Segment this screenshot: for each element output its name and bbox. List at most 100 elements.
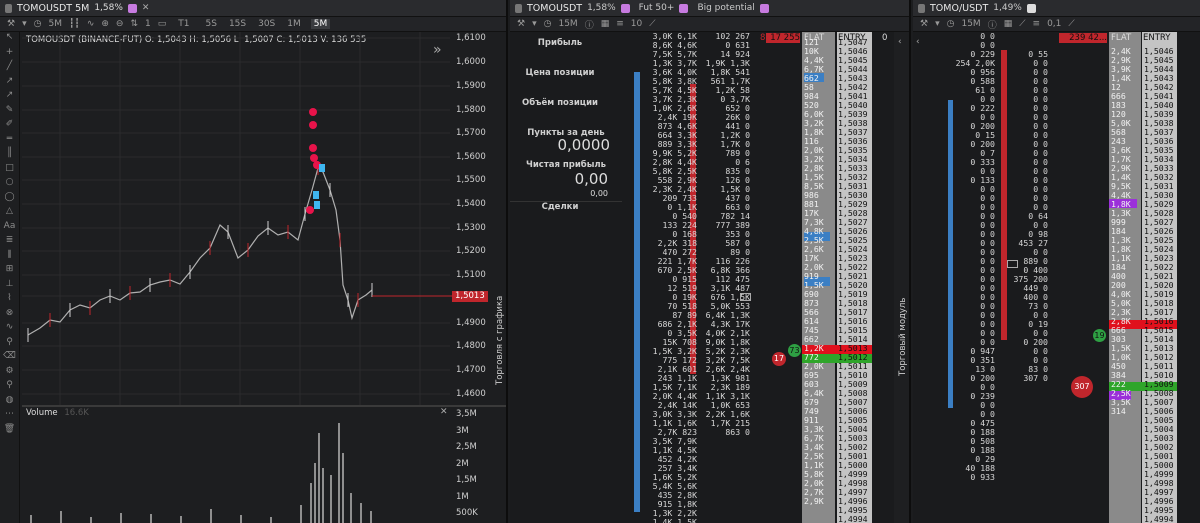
wrench-icon[interactable]: ⚒ <box>517 19 525 29</box>
ask-volumes: 2,4K 2,9K 3,9K 1,4K 12 666 183 120 5,0K 568 243 3,6… <box>1111 47 1131 416</box>
info-icon[interactable]: ⓘ <box>585 18 594 31</box>
price-tick: 1,5800 <box>456 105 486 115</box>
trade-bubble-buy[interactable]: 19 <box>1093 329 1106 342</box>
wrench-icon[interactable]: ⚒ <box>920 19 928 29</box>
volume-bar <box>270 517 272 523</box>
trading-module-strip[interactable] <box>894 32 909 523</box>
position-volume-label: Объём позиции <box>521 98 599 108</box>
expand-icon[interactable]: ‹ <box>898 37 902 47</box>
trading-module-label: Торговый модуль <box>898 297 908 376</box>
edit-icon[interactable] <box>1026 3 1036 13</box>
selected-cell[interactable] <box>740 293 751 301</box>
dom-tab-pct: 1,58% <box>587 3 616 13</box>
dom-header-bids: 8 <box>760 33 766 43</box>
chevron-down-icon[interactable]: ▾ <box>935 19 940 29</box>
color-tag-icon[interactable] <box>679 3 689 13</box>
chart-trading-label: Торговля с графика <box>495 295 505 385</box>
cluster-cell: 863 0 <box>725 427 750 437</box>
price-ladder: 1,5047 1,5046 1,5045 1,5044 1,5043 1,5042 1,50… <box>838 38 868 523</box>
cluster-cell: 0 933 <box>970 472 995 482</box>
dom-tab-title-2[interactable]: TOMO/USDT <box>930 3 988 14</box>
volume-bar <box>360 503 362 523</box>
dom-toolbar: ⚒ ▾ ◷ 15M ⓘ ▦ ≡ 10 ⟋ <box>510 17 909 32</box>
interval-select[interactable]: 15M <box>961 19 980 29</box>
price-ladder: 1,5046 1,5045 1,5044 1,5043 1,5042 1,5041 1,50… <box>1144 47 1174 523</box>
price-tick: 1,4700 <box>456 365 486 375</box>
price-tick: 1,6000 <box>456 57 486 67</box>
price-tick: 1,4800 <box>456 341 486 351</box>
price-tick: 1,4600 <box>456 389 486 399</box>
price-tick: 1,4900 <box>456 318 486 328</box>
cluster-col-1: 0 00 00 229 254 2,0K 0 956 0 588 61 00 00 22… <box>955 32 995 482</box>
close-volume-icon[interactable]: ✕ <box>440 407 448 417</box>
color-tag-icon[interactable] <box>620 3 630 13</box>
chart-icon[interactable]: ⟋ <box>1019 19 1025 29</box>
clock-icon[interactable]: ◷ <box>544 19 552 29</box>
profit-label: Прибыль <box>537 38 583 48</box>
clock-icon[interactable]: ◷ <box>947 19 955 29</box>
dom-tab-title[interactable]: TOMOUSDT <box>527 3 582 14</box>
sell-marker <box>309 144 317 152</box>
chart-icon[interactable]: ⟋ <box>649 19 655 29</box>
price-tick: 1,5500 <box>456 175 486 185</box>
dom-tab-pct-2: 1,49% <box>993 3 1022 13</box>
position-price-label: Цена позиции <box>525 68 595 78</box>
trade-bubble-sell[interactable]: 307 <box>1071 376 1093 398</box>
net-profit-sub: 0,00 <box>590 189 608 198</box>
dom-icon <box>515 3 522 13</box>
chevron-down-icon[interactable]: ▾ <box>532 19 537 29</box>
sell-marker <box>306 206 314 214</box>
net-profit-value: 0,00 <box>574 170 608 188</box>
bid-cluster-bar <box>948 100 953 408</box>
volume-tick: 3M <box>456 425 469 436</box>
volume-tick: 2,5M <box>456 442 477 452</box>
volume-bar <box>370 511 372 523</box>
volume-value: 16.6K <box>64 408 89 418</box>
sell-marker <box>309 121 317 129</box>
info-icon[interactable]: ⓘ <box>988 18 997 31</box>
volume-title: Volume 16.6K <box>26 408 89 418</box>
dom-toolbar-2: ⚒ ▾ ◷ 15M ⓘ ▦ ⟋ ≡ 0,1 ⟋ <box>913 17 1200 32</box>
net-profit-label: Чистая прибыль <box>525 160 607 170</box>
expand-icon[interactable]: ‹ <box>916 37 920 47</box>
volume-bar <box>314 463 316 523</box>
price-tick: 1,5300 <box>456 223 486 233</box>
chart-icon[interactable]: ⟋ <box>1068 19 1074 29</box>
price-tick: 1,5200 <box>456 246 486 256</box>
ask-volumes: 121 10K 4,4K 6,7K 662 58 984 520 6,0K 3,2K 1,8K 116… <box>804 38 824 506</box>
trade-bubble-sell[interactable]: 17 <box>772 352 786 366</box>
color-tag-icon[interactable] <box>759 3 769 13</box>
price-tick: 1,5100 <box>456 270 486 280</box>
cluster-cell: 1,4K 1,5K <box>652 517 697 523</box>
volume-axis: 3,5M 3M 2,5M 2M 1,5M 1M 500K <box>452 407 502 523</box>
zero-header: 0 <box>882 33 888 43</box>
sell-marker <box>309 108 317 116</box>
count-select[interactable]: 0,1 <box>1047 19 1061 29</box>
grid-icon[interactable]: ▦ <box>1004 19 1013 29</box>
grid-icon[interactable]: ▦ <box>601 19 610 29</box>
day-points-value: 0,0000 <box>557 136 611 154</box>
price-tick: 1,5700 <box>456 128 486 138</box>
trade-bubble-buy[interactable]: 73 <box>788 344 801 357</box>
volume-tick: 500K <box>456 508 478 518</box>
price-chart[interactable] <box>0 0 508 523</box>
layers-icon[interactable]: ≡ <box>1033 19 1041 29</box>
dom-tab-bar: TOMOUSDT 1,58% Fut 50+ Big potential <box>510 0 909 17</box>
tab-big-potential[interactable]: Big potential <box>697 3 754 13</box>
dom-header-asks-2: 239 42... <box>1059 33 1107 43</box>
layers-icon[interactable]: ≡ <box>616 19 624 29</box>
deals-label: Сделки <box>541 202 579 212</box>
selected-cell[interactable] <box>1007 260 1018 268</box>
current-price-label: 1,5013 <box>452 291 488 302</box>
price-level-cell: 1,4994 <box>1144 514 1174 523</box>
volume-bar <box>318 433 320 523</box>
interval-select[interactable]: 15M <box>558 19 577 29</box>
volume-bar <box>300 505 302 523</box>
dom-header-asks: 17 255 <box>766 33 800 43</box>
count-select[interactable]: 10 <box>631 19 642 29</box>
tab-fut[interactable]: Fut 50+ <box>639 3 675 13</box>
sell-marker <box>310 154 318 162</box>
cluster-col-2: 102 267 0 631 14 924 1,9K 1,3K 1,8K 541 561 1… <box>698 32 750 437</box>
volume-bar <box>342 453 344 523</box>
buy-marker <box>313 191 319 199</box>
